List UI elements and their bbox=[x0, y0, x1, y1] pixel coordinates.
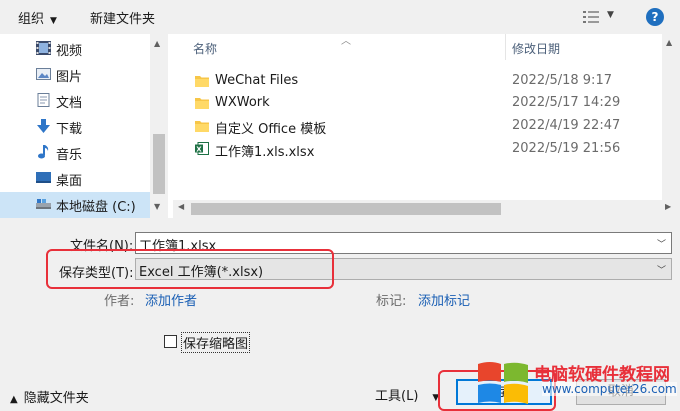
folder-icon bbox=[195, 98, 209, 109]
windows-logo-icon bbox=[478, 362, 528, 404]
folder-icon bbox=[195, 121, 209, 132]
chevron-down-icon[interactable]: ﹀ bbox=[657, 237, 666, 250]
hide-folders-button[interactable]: ▲ 隐藏文件夹 bbox=[10, 387, 89, 406]
author-label: 作者: bbox=[104, 294, 135, 309]
horizontal-scrollbar[interactable]: ◀ ▶ bbox=[173, 200, 680, 218]
video-icon bbox=[36, 41, 51, 55]
nav-item-label: 文档 bbox=[56, 96, 83, 111]
file-name: WeChat Files bbox=[215, 73, 299, 88]
nav-item-label: 桌面 bbox=[56, 174, 83, 189]
file-name: WXWork bbox=[215, 95, 270, 110]
download-icon bbox=[37, 119, 50, 133]
watermark: 电脑软硬件教程网 www.computer26.com bbox=[476, 356, 680, 411]
column-separator[interactable] bbox=[505, 34, 506, 60]
desktop-icon bbox=[36, 172, 51, 183]
nav-item-label: 视频 bbox=[56, 44, 83, 59]
drive-icon bbox=[36, 199, 51, 209]
tools-label: 工具(L) bbox=[375, 389, 419, 404]
file-date: 2022/5/19 21:56 bbox=[512, 141, 621, 156]
sort-ascending-icon: ︿ bbox=[341, 36, 351, 47]
file-row[interactable]: WeChat Files 2022/5/18 9:17 bbox=[173, 70, 653, 92]
nav-item-label: 本地磁盘 (C:) bbox=[56, 200, 136, 215]
navigation-pane: 视频 图片 文档 下载 音乐 桌面 本地磁盘 (C:) bbox=[0, 34, 168, 218]
chevron-up-icon: ▲ bbox=[10, 394, 18, 405]
file-date: 2022/5/18 9:17 bbox=[512, 73, 612, 88]
view-dropdown-icon[interactable]: ▼ bbox=[607, 10, 614, 20]
column-header-name[interactable]: 名称 bbox=[193, 40, 217, 57]
highlight-savetype-box bbox=[46, 249, 334, 289]
file-date: 2022/5/17 14:29 bbox=[512, 95, 621, 110]
column-header-date[interactable]: 修改日期 bbox=[512, 40, 560, 57]
scroll-down-icon[interactable]: ▼ bbox=[154, 202, 160, 211]
save-thumbnail-label[interactable]: 保存缩略图 bbox=[181, 332, 251, 353]
nav-item-label: 下载 bbox=[56, 122, 83, 137]
svg-text:X: X bbox=[196, 145, 202, 153]
nav-scroll-thumb[interactable] bbox=[153, 134, 165, 194]
nav-item-label: 音乐 bbox=[56, 148, 83, 163]
file-row[interactable]: WXWork 2022/5/17 14:29 bbox=[173, 92, 653, 114]
nav-item-videos[interactable]: 视频 bbox=[0, 36, 150, 62]
nav-item-label: 图片 bbox=[56, 70, 83, 85]
file-name: 工作簿1.xls.xlsx bbox=[215, 145, 315, 160]
nav-item-documents[interactable]: 文档 bbox=[0, 88, 150, 114]
help-icon[interactable]: ? bbox=[646, 8, 664, 26]
add-tags-link[interactable]: 添加标记 bbox=[418, 290, 470, 309]
hide-folders-label: 隐藏文件夹 bbox=[23, 391, 89, 406]
tools-button[interactable]: 工具(L) ▼ bbox=[375, 385, 439, 404]
excel-file-icon: X bbox=[195, 142, 209, 155]
file-name: 自定义 Office 模板 bbox=[215, 122, 327, 137]
scroll-left-icon[interactable]: ◀ bbox=[178, 202, 184, 211]
save-thumbnail-checkbox[interactable] bbox=[164, 335, 177, 348]
column-name-label: 名称 bbox=[193, 42, 218, 56]
nav-item-music[interactable]: 音乐 bbox=[0, 140, 150, 166]
nav-item-desktop[interactable]: 桌面 bbox=[0, 166, 150, 192]
add-author-link[interactable]: 添加作者 bbox=[145, 290, 197, 309]
organize-button[interactable]: 组织 ▼ bbox=[18, 8, 57, 27]
documents-icon bbox=[37, 93, 50, 107]
pictures-icon bbox=[36, 68, 51, 80]
organize-label: 组织 bbox=[18, 12, 45, 27]
file-row[interactable]: 自定义 Office 模板 2022/4/19 22:47 bbox=[173, 115, 653, 137]
scroll-up-icon[interactable]: ▲ bbox=[154, 39, 160, 48]
nav-item-pictures[interactable]: 图片 bbox=[0, 62, 150, 88]
file-list-scrollbar[interactable]: ▲ bbox=[662, 34, 680, 200]
nav-scrollbar[interactable]: ▲ ▼ bbox=[150, 34, 168, 218]
view-options-icon[interactable] bbox=[583, 10, 599, 24]
new-folder-button[interactable]: 新建文件夹 bbox=[90, 8, 155, 27]
nav-item-downloads[interactable]: 下载 bbox=[0, 114, 150, 140]
folder-icon bbox=[195, 76, 209, 87]
file-list: 名称 ︿ 修改日期 WeChat Files 2022/5/18 9:17 WX… bbox=[173, 34, 680, 200]
scroll-up-icon[interactable]: ▲ bbox=[666, 38, 672, 47]
horizontal-scroll-thumb[interactable] bbox=[191, 203, 501, 215]
file-row[interactable]: X 工作簿1.xls.xlsx 2022/5/19 21:56 bbox=[173, 138, 653, 160]
nav-item-local-disk[interactable]: 本地磁盘 (C:) bbox=[0, 192, 150, 218]
watermark-url: www.computer26.com bbox=[542, 382, 677, 396]
file-date: 2022/4/19 22:47 bbox=[512, 118, 621, 133]
tags-label: 标记: bbox=[376, 294, 407, 309]
chevron-down-icon: ▼ bbox=[50, 16, 57, 26]
toolbar: 组织 ▼ 新建文件夹 ▼ ? bbox=[0, 0, 680, 34]
scroll-right-icon[interactable]: ▶ bbox=[665, 202, 671, 211]
music-icon bbox=[38, 145, 49, 159]
chevron-down-icon[interactable]: ﹀ bbox=[657, 263, 666, 276]
